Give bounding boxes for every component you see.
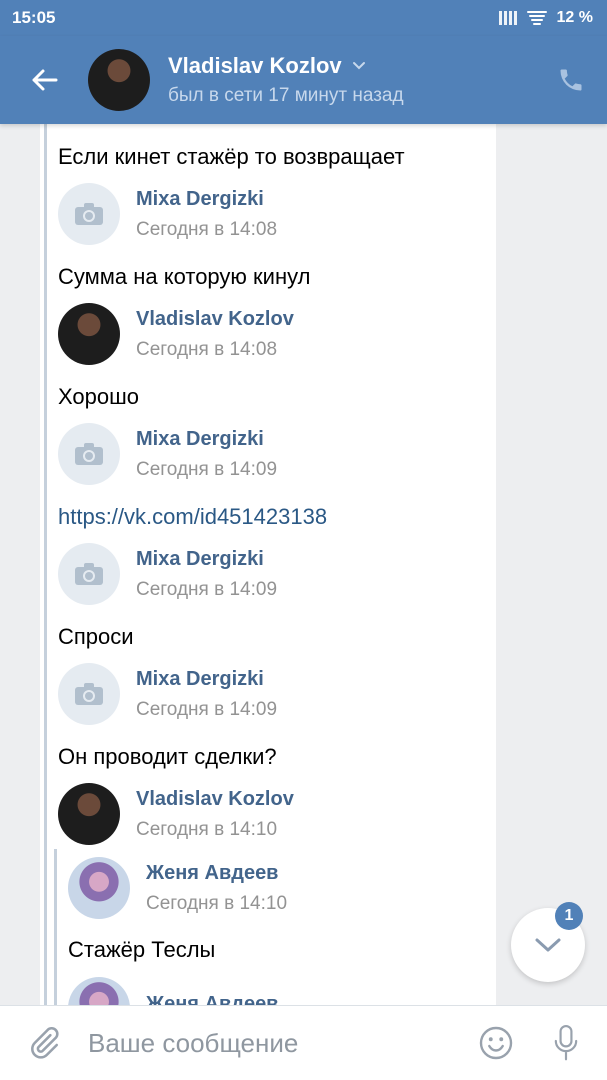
status-icons: 12 % xyxy=(498,9,593,27)
contact-name: Vladislav Kozlov xyxy=(168,53,342,78)
attach-button[interactable] xyxy=(0,1006,88,1080)
sender-avatar xyxy=(58,783,120,845)
message-text: Сумма на которую кинул xyxy=(58,264,311,289)
message-time: Сегодня в 14:10 xyxy=(136,818,278,840)
message-list[interactable]: Если кинет стажёр то возвращает Mixa Der… xyxy=(0,124,607,1005)
message-sender[interactable]: Mixa Dergizki Сегодня в 14:09 xyxy=(58,662,277,726)
status-bar: 15:05 12 % xyxy=(0,0,607,36)
battery-level: 12 % xyxy=(556,9,593,26)
nested-quote-bar xyxy=(54,849,57,1005)
sender-name: Vladislav Kozlov xyxy=(136,787,294,810)
camera-icon xyxy=(75,443,103,465)
chevron-down-icon xyxy=(352,62,365,70)
message-time: Сегодня в 14:09 xyxy=(136,458,278,480)
smiley-icon xyxy=(479,1026,513,1060)
message-sender[interactable]: Mixa Dergizki Сегодня в 14:09 xyxy=(58,422,277,486)
emoji-button[interactable] xyxy=(471,1006,521,1080)
message-sender[interactable]: Женя Авдеев xyxy=(68,976,278,1005)
sender-name: Mixa Dergizki xyxy=(136,427,264,450)
message-input[interactable] xyxy=(88,1027,471,1059)
arrow-left-icon xyxy=(32,69,58,91)
sender-name: Mixa Dergizki xyxy=(136,547,264,570)
back-button[interactable] xyxy=(0,36,88,124)
forward-quote-bar xyxy=(44,124,47,1005)
message-text: Стажёр Теслы xyxy=(68,937,216,962)
message-time: Сегодня в 14:08 xyxy=(136,218,278,240)
sender-name: Женя Авдеев xyxy=(146,861,279,884)
message-time: Сегодня в 14:09 xyxy=(136,578,278,600)
sender-name: Mixa Dergizki xyxy=(136,667,264,690)
signal-icon xyxy=(498,11,517,25)
message-sender[interactable]: Vladislav Kozlov Сегодня в 14:08 xyxy=(58,302,294,366)
message-text: Если кинет стажёр то возвращает xyxy=(58,144,405,169)
message-time: Сегодня в 14:10 xyxy=(146,892,288,914)
message-time: Сегодня в 14:08 xyxy=(136,338,278,360)
message-sender[interactable]: Женя Авдеев Сегодня в 14:10 xyxy=(68,856,287,920)
phone-icon xyxy=(560,69,582,91)
paperclip-icon xyxy=(31,1027,59,1059)
chat-header: Vladislav Kozlov был в сети 17 минут наз… xyxy=(0,36,607,124)
sender-avatar xyxy=(58,183,120,245)
message-sender[interactable]: Mixa Dergizki Сегодня в 14:08 xyxy=(58,182,277,246)
sender-avatar xyxy=(68,857,130,919)
sender-avatar xyxy=(68,977,130,1005)
message-composer xyxy=(0,1005,607,1080)
sender-name: Vladislav Kozlov xyxy=(136,307,294,330)
chevron-down-icon xyxy=(535,938,561,952)
message-text: Спроси xyxy=(58,624,134,649)
sender-avatar xyxy=(58,663,120,725)
message-link[interactable]: https://vk.com/id451423138 xyxy=(58,504,327,530)
sender-name: Женя Авдеев xyxy=(146,992,279,1006)
message-time: Сегодня в 14:09 xyxy=(136,698,278,720)
voice-message-button[interactable] xyxy=(541,1006,591,1080)
camera-icon xyxy=(75,563,103,585)
header-avatar[interactable] xyxy=(88,49,150,111)
message-sender[interactable]: Mixa Dergizki Сегодня в 14:09 xyxy=(58,542,277,606)
status-time: 15:05 xyxy=(12,8,56,27)
message-text: Хорошо xyxy=(58,384,140,409)
message-sender[interactable]: Vladislav Kozlov Сегодня в 14:10 xyxy=(58,782,294,846)
call-button[interactable] xyxy=(541,50,601,110)
camera-icon xyxy=(75,683,103,705)
sender-name: Mixa Dergizki xyxy=(136,187,264,210)
wifi-icon xyxy=(526,11,547,25)
camera-icon xyxy=(75,203,103,225)
message-text: Он проводит сделки? xyxy=(58,744,277,769)
sender-avatar xyxy=(58,543,120,605)
sender-avatar xyxy=(58,423,120,485)
header-info[interactable]: Vladislav Kozlov был в сети 17 минут наз… xyxy=(168,53,541,107)
contact-last-seen: был в сети 17 минут назад xyxy=(168,85,404,106)
unread-count-badge: 1 xyxy=(555,902,583,930)
microphone-icon xyxy=(554,1024,578,1061)
sender-avatar xyxy=(58,303,120,365)
